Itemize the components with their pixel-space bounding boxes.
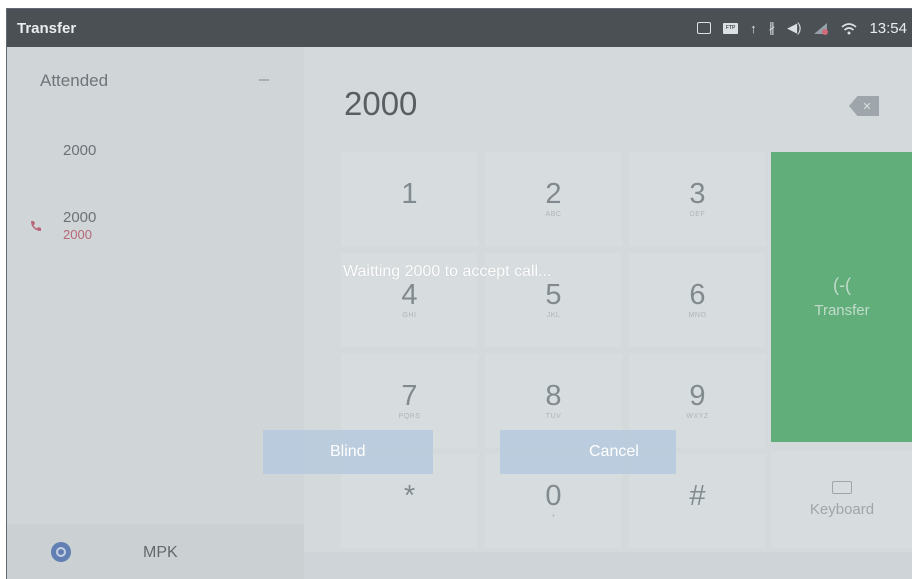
modal-dim xyxy=(7,9,912,579)
cancel-button[interactable]: Cancel xyxy=(500,430,676,474)
app-window: Transfer FTP ↑ ∦ ◀) 13:54 Attended 2000 … xyxy=(6,8,912,579)
waiting-message: Waitting 2000 to accept call... xyxy=(343,263,552,280)
blind-button[interactable]: Blind xyxy=(263,430,433,474)
